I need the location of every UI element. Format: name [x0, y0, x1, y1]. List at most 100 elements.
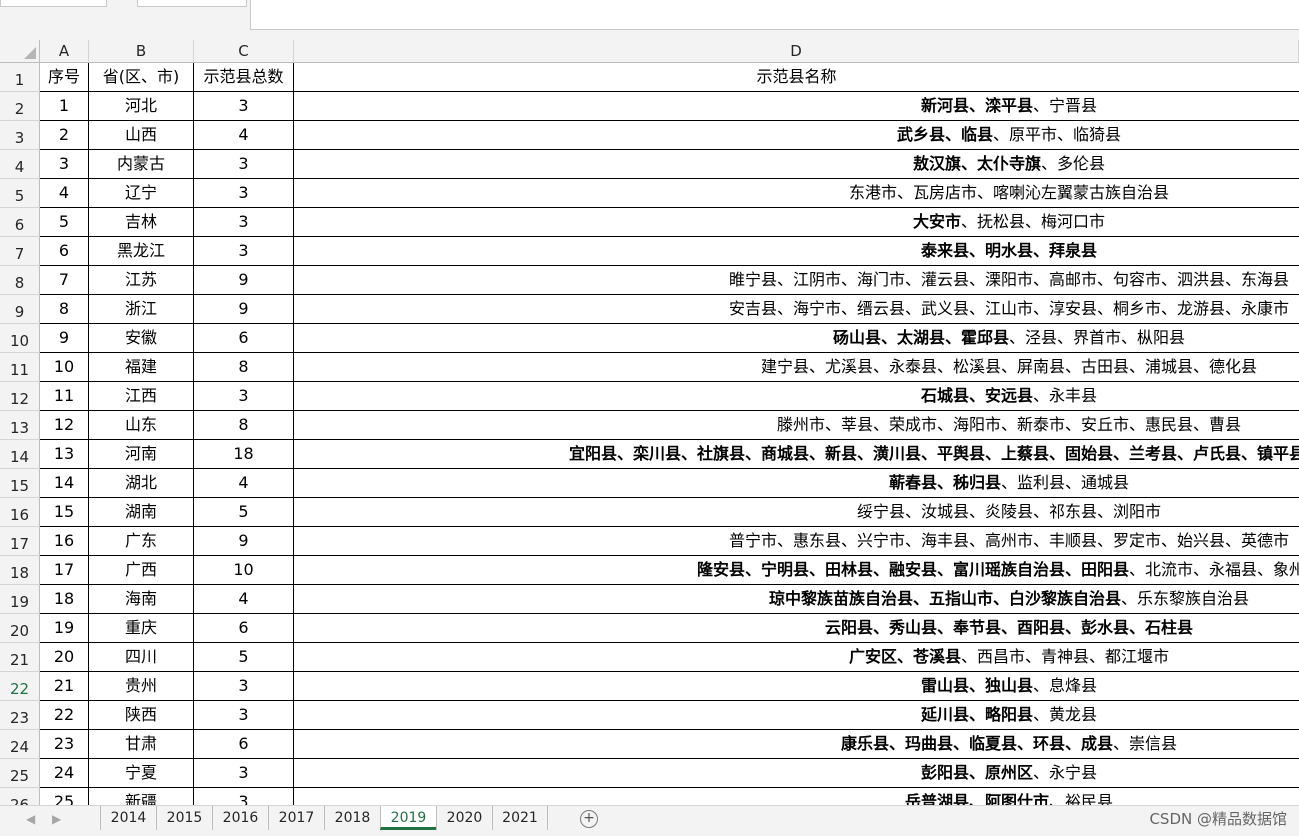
- cell-index[interactable]: 13: [40, 440, 89, 469]
- cell-index[interactable]: 18: [40, 585, 89, 614]
- cell-index[interactable]: 1: [40, 92, 89, 121]
- cell-count[interactable]: 5: [194, 498, 294, 527]
- row-number[interactable]: 2: [0, 92, 40, 121]
- cell-names[interactable]: 武乡县、临县、原平市、临猗县: [294, 121, 1299, 150]
- cell-count[interactable]: 8: [194, 353, 294, 382]
- cell-names[interactable]: 云阳县、秀山县、奉节县、酉阳县、彭水县、石柱县: [294, 614, 1299, 643]
- cell-names[interactable]: 雷山县、独山县、息烽县: [294, 672, 1299, 701]
- cell-count[interactable]: 3: [194, 672, 294, 701]
- cell-count[interactable]: 6: [194, 730, 294, 759]
- select-all-corner[interactable]: [0, 40, 40, 63]
- row-number[interactable]: 6: [0, 208, 40, 237]
- cell-names[interactable]: 隆安县、宁明县、田林县、融安县、富川瑶族自治县、田阳县、北流市、永福县、象州县: [294, 556, 1299, 585]
- spreadsheet-grid[interactable]: A B C D 1 序号 省(区、市) 示范县总数 示范县名称 2 1 河北 3 新河县…: [0, 40, 1299, 805]
- cell-names[interactable]: 敖汉旗、太仆寺旗、多伦县: [294, 150, 1299, 179]
- cell-names[interactable]: 岳普湖县、阿图什市、裕民县: [294, 788, 1299, 805]
- cell-index[interactable]: 8: [40, 295, 89, 324]
- row-number[interactable]: 21: [0, 643, 40, 672]
- cell-index[interactable]: 9: [40, 324, 89, 353]
- name-box[interactable]: [0, 0, 107, 7]
- cell-index[interactable]: 3: [40, 150, 89, 179]
- cell-names[interactable]: 蕲春县、秭归县、监利县、通城县: [294, 469, 1299, 498]
- cell-province[interactable]: 福建: [89, 353, 194, 382]
- cell-index[interactable]: 16: [40, 527, 89, 556]
- row-number[interactable]: 8: [0, 266, 40, 295]
- cell-province[interactable]: 湖南: [89, 498, 194, 527]
- cell-province[interactable]: 贵州: [89, 672, 194, 701]
- row-number[interactable]: 26: [0, 788, 40, 805]
- cell-index[interactable]: 7: [40, 266, 89, 295]
- cell-province[interactable]: 辽宁: [89, 179, 194, 208]
- cell-names[interactable]: 新河县、滦平县、宁晋县: [294, 92, 1299, 121]
- cell-count[interactable]: 6: [194, 614, 294, 643]
- header-cell-count[interactable]: 示范县总数: [194, 63, 294, 92]
- cell-index[interactable]: 10: [40, 353, 89, 382]
- row-number[interactable]: 13: [0, 411, 40, 440]
- row-number[interactable]: 14: [0, 440, 40, 469]
- cell-index[interactable]: 14: [40, 469, 89, 498]
- cell-province[interactable]: 陕西: [89, 701, 194, 730]
- column-header-b[interactable]: B: [89, 40, 194, 63]
- cell-count[interactable]: 3: [194, 788, 294, 805]
- cell-province[interactable]: 河南: [89, 440, 194, 469]
- cell-count[interactable]: 4: [194, 121, 294, 150]
- header-cell-index[interactable]: 序号: [40, 63, 89, 92]
- sheet-tab-2018[interactable]: 2018: [324, 806, 380, 830]
- row-number[interactable]: 5: [0, 179, 40, 208]
- row-number[interactable]: 20: [0, 614, 40, 643]
- header-cell-province[interactable]: 省(区、市): [89, 63, 194, 92]
- cell-count[interactable]: 5: [194, 643, 294, 672]
- row-number[interactable]: 19: [0, 585, 40, 614]
- cell-index[interactable]: 23: [40, 730, 89, 759]
- row-number[interactable]: 15: [0, 469, 40, 498]
- cell-province[interactable]: 甘肃: [89, 730, 194, 759]
- cell-index[interactable]: 24: [40, 759, 89, 788]
- sheet-tab-2014[interactable]: 2014: [100, 806, 156, 830]
- cell-count[interactable]: 3: [194, 150, 294, 179]
- column-header-c[interactable]: C: [194, 40, 294, 63]
- cell-names[interactable]: 延川县、略阳县、黄龙县: [294, 701, 1299, 730]
- cell-index[interactable]: 15: [40, 498, 89, 527]
- row-number[interactable]: 25: [0, 759, 40, 788]
- row-number[interactable]: 4: [0, 150, 40, 179]
- cell-names[interactable]: 东港市、瓦房店市、喀喇沁左翼蒙古族自治县: [294, 179, 1299, 208]
- cell-index[interactable]: 5: [40, 208, 89, 237]
- cell-index[interactable]: 11: [40, 382, 89, 411]
- cell-count[interactable]: 8: [194, 411, 294, 440]
- cell-count[interactable]: 3: [194, 208, 294, 237]
- cell-names[interactable]: 康乐县、玛曲县、临夏县、环县、成县、崇信县: [294, 730, 1299, 759]
- cell-names[interactable]: 彭阳县、原州区、永宁县: [294, 759, 1299, 788]
- column-header-d[interactable]: D: [294, 40, 1299, 63]
- row-number[interactable]: 18: [0, 556, 40, 585]
- cell-province[interactable]: 宁夏: [89, 759, 194, 788]
- cell-names[interactable]: 安吉县、海宁市、缙云县、武义县、江山市、淳安县、桐乡市、龙游县、永康市: [294, 295, 1299, 324]
- cell-province[interactable]: 湖北: [89, 469, 194, 498]
- cell-index[interactable]: 21: [40, 672, 89, 701]
- cell-names[interactable]: 绥宁县、汝城县、炎陵县、祁东县、浏阳市: [294, 498, 1299, 527]
- sheet-tab-2021[interactable]: 2021: [492, 806, 548, 830]
- cell-count[interactable]: 9: [194, 295, 294, 324]
- sheet-tab-2016[interactable]: 2016: [212, 806, 268, 830]
- cell-names[interactable]: 滕州市、莘县、荣成市、海阳市、新泰市、安丘市、惠民县、曹县: [294, 411, 1299, 440]
- cell-names[interactable]: 广安区、苍溪县、西昌市、青神县、都江堰市: [294, 643, 1299, 672]
- cell-province[interactable]: 安徽: [89, 324, 194, 353]
- cell-count[interactable]: 18: [194, 440, 294, 469]
- cell-province[interactable]: 江西: [89, 382, 194, 411]
- cell-index[interactable]: 22: [40, 701, 89, 730]
- cell-province[interactable]: 新疆: [89, 788, 194, 805]
- cell-index[interactable]: 25: [40, 788, 89, 805]
- cell-province[interactable]: 重庆: [89, 614, 194, 643]
- sheet-tab-2017[interactable]: 2017: [268, 806, 324, 830]
- cell-province[interactable]: 黑龙江: [89, 237, 194, 266]
- prev-sheet-icon[interactable]: ◀: [26, 812, 35, 826]
- cell-index[interactable]: 2: [40, 121, 89, 150]
- cell-names[interactable]: 石城县、安远县、永丰县: [294, 382, 1299, 411]
- row-number[interactable]: 17: [0, 527, 40, 556]
- row-number[interactable]: 3: [0, 121, 40, 150]
- cell-names[interactable]: 砀山县、太湖县、霍邱县、泾县、界首市、枞阳县: [294, 324, 1299, 353]
- cell-count[interactable]: 9: [194, 527, 294, 556]
- cell-names[interactable]: 睢宁县、江阴市、海门市、灌云县、溧阳市、高邮市、句容市、泗洪县、东海县: [294, 266, 1299, 295]
- cell-index[interactable]: 17: [40, 556, 89, 585]
- header-cell-names[interactable]: 示范县名称: [294, 63, 1299, 92]
- cell-count[interactable]: 6: [194, 324, 294, 353]
